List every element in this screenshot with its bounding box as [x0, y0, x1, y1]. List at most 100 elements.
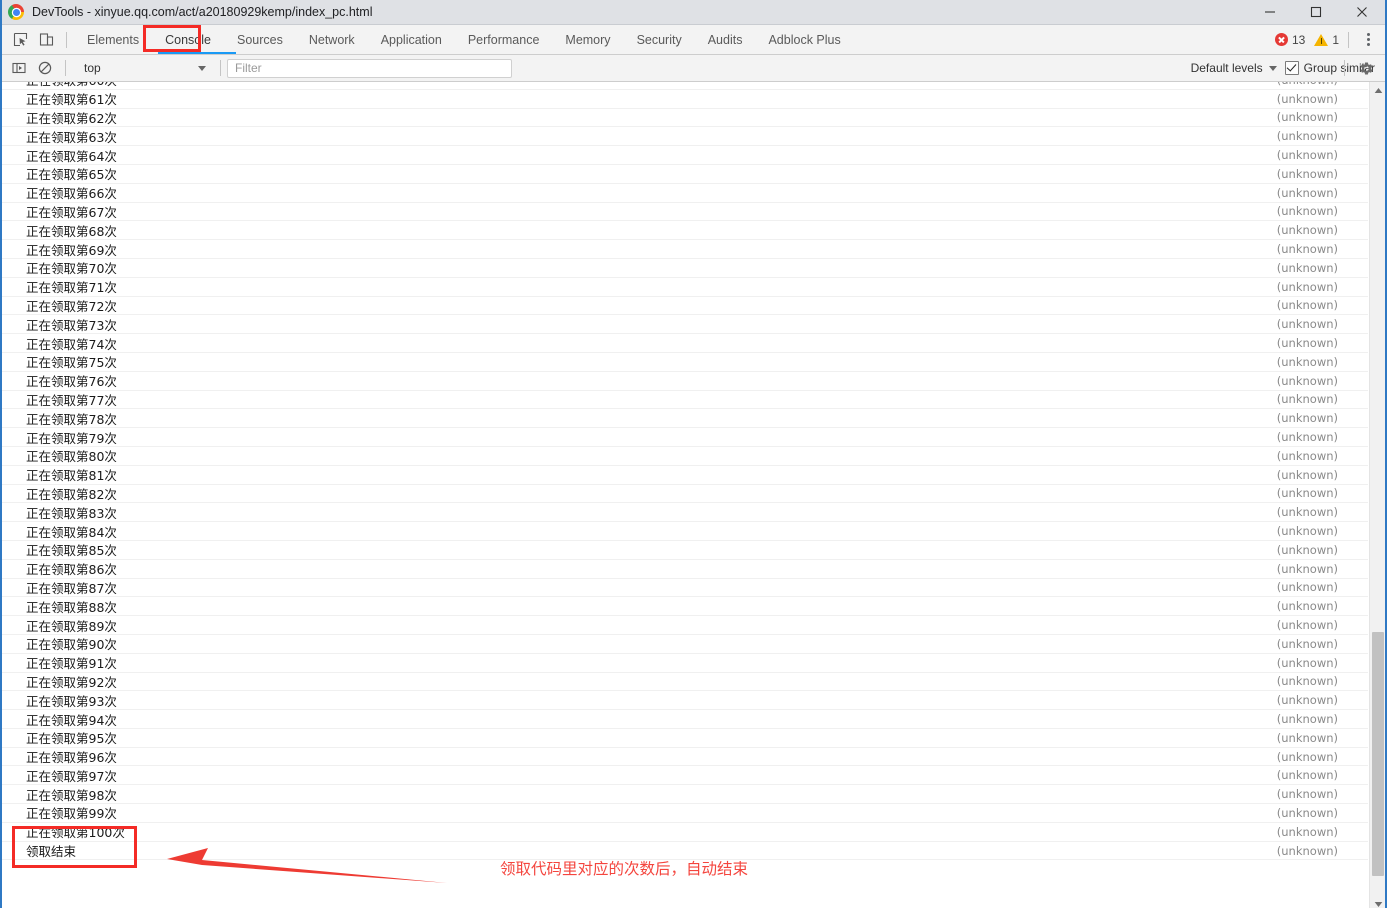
- console-message-source[interactable]: (unknown): [1277, 599, 1338, 613]
- console-message-text: 正在领取第68次: [26, 223, 117, 239]
- console-message-source[interactable]: (unknown): [1277, 656, 1338, 670]
- console-message-source[interactable]: (unknown): [1277, 543, 1338, 557]
- console-message-source[interactable]: (unknown): [1277, 562, 1338, 576]
- console-message-source[interactable]: (unknown): [1277, 637, 1338, 651]
- tab-performance[interactable]: Performance: [455, 25, 553, 54]
- console-message-source[interactable]: (unknown): [1277, 167, 1338, 181]
- console-message-source[interactable]: (unknown): [1277, 186, 1338, 200]
- console-message-source[interactable]: (unknown): [1277, 392, 1338, 406]
- warning-count-badge[interactable]: 1: [1314, 33, 1339, 47]
- console-message-text: 正在领取第79次: [26, 430, 117, 446]
- console-message-source[interactable]: (unknown): [1277, 374, 1338, 388]
- console-message-text: 正在领取第63次: [26, 129, 117, 145]
- console-message-source[interactable]: (unknown): [1277, 674, 1338, 688]
- scroll-down-arrow-icon[interactable]: [1370, 896, 1385, 908]
- console-message-source[interactable]: (unknown): [1277, 806, 1338, 820]
- console-message-source[interactable]: (unknown): [1277, 411, 1338, 425]
- tab-elements[interactable]: Elements: [74, 25, 152, 54]
- tab-adblock-plus[interactable]: Adblock Plus: [755, 25, 853, 54]
- console-message-text: 正在领取第93次: [26, 693, 117, 709]
- console-message-row: 正在领取第72次 (unknown): [2, 297, 1368, 316]
- console-message-text: 正在领取第64次: [26, 148, 117, 164]
- console-message-source[interactable]: (unknown): [1277, 336, 1338, 350]
- tab-memory[interactable]: Memory: [552, 25, 623, 54]
- console-message-row: 正在领取第67次 (unknown): [2, 203, 1368, 222]
- console-message-source[interactable]: (unknown): [1277, 280, 1338, 294]
- console-message-source[interactable]: (unknown): [1277, 223, 1338, 237]
- console-message-source[interactable]: (unknown): [1277, 129, 1338, 143]
- console-message-text: 正在领取第89次: [26, 618, 117, 634]
- console-message-list[interactable]: 正在领取第60次(unknown)正在领取第61次(unknown)正在领取第6…: [2, 82, 1385, 908]
- annotation-note: 领取代码里对应的次数后，自动结束: [500, 860, 749, 878]
- console-message-source[interactable]: (unknown): [1277, 825, 1338, 839]
- error-count-label: 13: [1291, 32, 1306, 47]
- filter-placeholder: Filter: [235, 61, 262, 75]
- minimize-button[interactable]: [1247, 0, 1293, 24]
- warning-count-label: 1: [1332, 32, 1339, 47]
- console-message-source[interactable]: (unknown): [1277, 298, 1338, 312]
- console-message-source[interactable]: (unknown): [1277, 468, 1338, 482]
- console-message-source[interactable]: (unknown): [1277, 505, 1338, 519]
- console-message-source[interactable]: (unknown): [1277, 242, 1338, 256]
- group-similar-checkbox[interactable]: [1284, 61, 1299, 75]
- console-message-row: 正在领取第83次 (unknown): [2, 503, 1368, 523]
- clear-console-icon[interactable]: [32, 55, 58, 81]
- console-message-source[interactable]: (unknown): [1277, 355, 1338, 369]
- close-button[interactable]: [1339, 0, 1385, 24]
- console-message-source[interactable]: (unknown): [1277, 92, 1338, 106]
- console-message-source[interactable]: (unknown): [1277, 317, 1338, 331]
- console-message-source[interactable]: (unknown): [1277, 580, 1338, 594]
- tab-network[interactable]: Network: [296, 25, 368, 54]
- console-message-text: 正在领取第91次: [26, 656, 117, 672]
- gear-icon[interactable]: [1353, 55, 1379, 81]
- console-message-source[interactable]: (unknown): [1277, 693, 1338, 707]
- console-message-text: 正在领取第90次: [26, 637, 117, 653]
- tab-security[interactable]: Security: [624, 25, 695, 54]
- maximize-button[interactable]: [1293, 0, 1339, 24]
- warning-icon: [1314, 33, 1329, 46]
- title-bar: DevTools - xinyue.qq.com/act/a20180929ke…: [2, 0, 1385, 25]
- console-message-source[interactable]: (unknown): [1277, 430, 1338, 444]
- console-message-source[interactable]: (unknown): [1277, 768, 1338, 782]
- console-message-row: 正在领取第75次 (unknown): [2, 353, 1368, 372]
- error-icon: [1274, 33, 1288, 46]
- console-message-source[interactable]: (unknown): [1277, 110, 1338, 124]
- tab-console[interactable]: Console: [152, 25, 236, 54]
- console-message-source[interactable]: (unknown): [1277, 486, 1338, 500]
- console-sidebar-icon[interactable]: [6, 55, 32, 81]
- console-message-source[interactable]: (unknown): [1277, 261, 1338, 275]
- console-message-source[interactable]: (unknown): [1277, 82, 1338, 87]
- console-message-source[interactable]: (unknown): [1277, 618, 1338, 632]
- window-title: DevTools - xinyue.qq.com/act/a20180929ke…: [32, 5, 373, 19]
- console-message-text: 正在领取第83次: [26, 505, 117, 521]
- console-scrollbar[interactable]: [1369, 82, 1385, 908]
- tab-application[interactable]: Application: [368, 25, 455, 54]
- console-message-text: 正在领取第85次: [26, 543, 117, 559]
- log-levels-dropdown[interactable]: Default levels: [1191, 61, 1285, 75]
- console-message-source[interactable]: (unknown): [1277, 524, 1338, 538]
- tab-sources[interactable]: Sources: [224, 25, 296, 54]
- scroll-up-arrow-icon[interactable]: [1370, 82, 1385, 98]
- console-message-text: 正在领取第65次: [26, 167, 117, 183]
- console-message-source[interactable]: (unknown): [1277, 787, 1338, 801]
- console-message-source[interactable]: (unknown): [1277, 449, 1338, 463]
- console-message-source[interactable]: (unknown): [1277, 844, 1338, 858]
- console-message-source[interactable]: (unknown): [1277, 731, 1338, 745]
- console-message-row: 正在领取第74次 (unknown): [2, 334, 1368, 353]
- device-toolbar-icon[interactable]: [33, 27, 59, 53]
- console-message-source[interactable]: (unknown): [1277, 712, 1338, 726]
- error-count-badge[interactable]: 13: [1274, 32, 1306, 47]
- console-message-source[interactable]: (unknown): [1277, 204, 1338, 218]
- console-message-text: 正在领取第86次: [26, 562, 117, 578]
- inspect-element-icon[interactable]: [7, 27, 33, 53]
- console-message-row: 正在领取第79次 (unknown): [2, 428, 1368, 447]
- tab-audits[interactable]: Audits: [695, 25, 756, 54]
- filter-input[interactable]: Filter: [227, 58, 512, 78]
- kebab-menu-icon[interactable]: [1355, 27, 1381, 53]
- console-message-source[interactable]: (unknown): [1277, 750, 1338, 764]
- console-message-row: 正在领取第93次 (unknown): [2, 691, 1368, 711]
- scrollbar-thumb[interactable]: [1372, 632, 1384, 876]
- console-message-source[interactable]: (unknown): [1277, 148, 1338, 162]
- console-settings-area: [1344, 55, 1385, 81]
- execution-context-select[interactable]: top: [73, 55, 218, 81]
